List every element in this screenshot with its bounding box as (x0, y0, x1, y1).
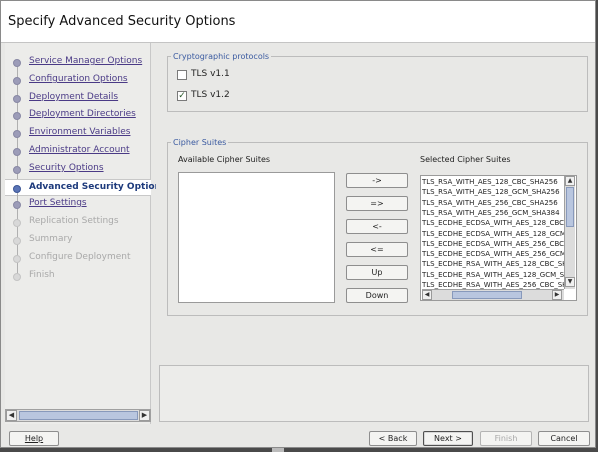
cancel-button[interactable]: Cancel (538, 431, 590, 446)
nav-step-item: Finish (5, 268, 151, 285)
tls12-label: TLS v1.2 (191, 90, 230, 100)
selected-list-vertical-scrollbar[interactable]: ▲ ▼ (564, 176, 575, 289)
tls11-checkbox[interactable] (177, 70, 187, 80)
nav-step-item: Replication Settings (5, 214, 151, 241)
cipher-suites-legend: Cipher Suites (173, 138, 227, 147)
nav-step-label: Configure Deployment (29, 252, 131, 262)
tls11-label: TLS v1.1 (191, 69, 230, 79)
nav-step-item[interactable]: Deployment Directories (5, 107, 151, 134)
wizard-steps-nav: Service Manager Options Configuration Opt… (5, 43, 166, 424)
selected-cipher-item[interactable]: TLS_RSA_WITH_AES_256_CBC_SHA256 (422, 198, 564, 209)
help-button[interactable]: Help (9, 431, 59, 446)
selected-cipher-item[interactable]: TLS_ECDHE_RSA_WITH_AES_128_GCM_SHA256 (422, 270, 564, 281)
nav-step-item[interactable]: Configuration Options (5, 72, 151, 99)
available-cipher-suites-list[interactable] (178, 172, 335, 303)
nav-step-label[interactable]: Configuration Options (29, 74, 128, 84)
step-status-icon (13, 201, 21, 209)
nav-step-label: Summary (29, 234, 73, 244)
nav-step-label: Replication Settings (29, 216, 119, 226)
selected-cipher-item[interactable]: TLS_RSA_WITH_AES_128_GCM_SHA256 (422, 187, 564, 198)
next-button-label: Next > (434, 434, 462, 443)
step-status-icon (13, 237, 21, 245)
nav-step-label[interactable]: Security Options (29, 163, 104, 173)
nav-step-label[interactable]: Deployment Details (29, 92, 118, 102)
selected-cipher-item[interactable]: TLS_RSA_WITH_AES_256_GCM_SHA384 (422, 208, 564, 219)
remove-cipher-button[interactable]: <- (346, 219, 408, 234)
move-up-button[interactable]: Up (346, 265, 408, 280)
step-status-icon (13, 185, 21, 193)
scroll-down-icon[interactable]: ▼ (565, 277, 575, 287)
nav-step-item: Summary (5, 232, 151, 259)
installer-window: Specify Advanced Security Options Servic… (0, 0, 596, 448)
nav-step-label[interactable]: Port Settings (29, 198, 87, 208)
nav-step-label: Finish (29, 270, 55, 280)
step-status-icon (13, 166, 21, 174)
main-content: Cryptographic protocols TLS v1.1 ✓ TLS v… (156, 43, 595, 424)
selected-cipher-item[interactable]: TLS_ECDHE_ECDSA_WITH_AES_256_CBC_SHA384 (422, 239, 564, 250)
nav-step-label[interactable]: Deployment Directories (29, 109, 136, 119)
step-status-icon (13, 219, 21, 227)
step-status-icon (13, 148, 21, 156)
back-button[interactable]: < Back (369, 431, 417, 446)
scroll-right-icon[interactable]: ▶ (552, 290, 562, 300)
finish-button-label: Finish (494, 434, 518, 443)
tls12-checkbox[interactable]: ✓ (177, 91, 187, 101)
scroll-right-icon[interactable]: ▶ (139, 410, 150, 421)
message-panel (159, 365, 589, 422)
nav-step-label[interactable]: Administrator Account (29, 145, 130, 155)
step-status-icon (13, 112, 21, 120)
selected-cipher-item[interactable]: TLS_RSA_WITH_AES_128_CBC_SHA256 (422, 177, 564, 188)
back-button-label: < Back (378, 434, 408, 443)
step-status-icon (13, 255, 21, 263)
nav-step-label[interactable]: Advanced Security Options (29, 182, 166, 192)
cancel-button-label: Cancel (550, 434, 578, 443)
selected-cipher-suites-label: Selected Cipher Suites (420, 155, 511, 164)
scroll-up-icon[interactable]: ▲ (565, 176, 575, 186)
next-button[interactable]: Next > (423, 431, 473, 446)
add-cipher-button[interactable]: -> (346, 173, 408, 188)
page-title: Specify Advanced Security Options (8, 14, 236, 29)
step-status-icon (13, 59, 21, 67)
scroll-thumb[interactable] (19, 411, 138, 420)
vertical-scroll-thumb[interactable] (566, 187, 574, 227)
step-status-icon (13, 77, 21, 85)
help-button-label: Help (24, 434, 44, 443)
nav-step-item: Configure Deployment (5, 250, 151, 277)
nav-step-item[interactable]: Security Options (5, 161, 151, 188)
selected-list-horizontal-scrollbar[interactable]: ◀ ▶ (422, 289, 564, 300)
nav-step-label[interactable]: Service Manager Options (29, 56, 142, 66)
nav-step-item[interactable]: Service Manager Options (5, 54, 151, 81)
scroll-left-icon[interactable]: ◀ (6, 410, 17, 421)
available-cipher-suites-label: Available Cipher Suites (178, 155, 271, 164)
selected-cipher-item[interactable]: TLS_ECDHE_ECDSA_WITH_AES_128_CBC_SHA256 (422, 218, 564, 229)
nav-horizontal-scrollbar[interactable]: ◀ ▶ (5, 409, 151, 422)
remove-all-ciphers-button[interactable]: <= (346, 242, 408, 257)
cryptographic-protocols-group: Cryptographic protocols (167, 52, 588, 112)
selected-cipher-item[interactable]: TLS_ECDHE_RSA_WITH_AES_128_CBC_SHA256 (422, 259, 564, 270)
selected-cipher-suites-list[interactable]: TLS_ECDHE_RSA_WITH_AES_256_CBC_SHA384TLS… (420, 175, 577, 301)
nav-step-label[interactable]: Environment Variables (29, 127, 130, 137)
nav-step-item[interactable]: Administrator Account (5, 143, 151, 170)
taskbar-marker (272, 448, 284, 452)
selected-cipher-item[interactable]: TLS_ECDHE_ECDSA_WITH_AES_128_GCM_SHA256 (422, 229, 564, 240)
add-all-ciphers-button[interactable]: => (346, 196, 408, 211)
nav-step-item[interactable]: Port Settings (5, 196, 151, 223)
cryptographic-protocols-legend: Cryptographic protocols (173, 52, 270, 61)
horizontal-scroll-thumb[interactable] (452, 291, 522, 299)
page-header: Specify Advanced Security Options (1, 1, 595, 43)
nav-step-item[interactable]: Advanced Security Options (5, 179, 166, 207)
scroll-left-icon[interactable]: ◀ (422, 290, 432, 300)
finish-button[interactable]: Finish (480, 431, 532, 446)
step-status-icon (13, 273, 21, 281)
move-down-button[interactable]: Down (346, 288, 408, 303)
selected-cipher-item[interactable]: TLS_ECDHE_ECDSA_WITH_AES_256_GCM_SHA384 (422, 249, 564, 260)
nav-step-item[interactable]: Deployment Details (5, 90, 151, 117)
nav-step-item[interactable]: Environment Variables (5, 125, 151, 152)
step-status-icon (13, 95, 21, 103)
step-status-icon (13, 130, 21, 138)
